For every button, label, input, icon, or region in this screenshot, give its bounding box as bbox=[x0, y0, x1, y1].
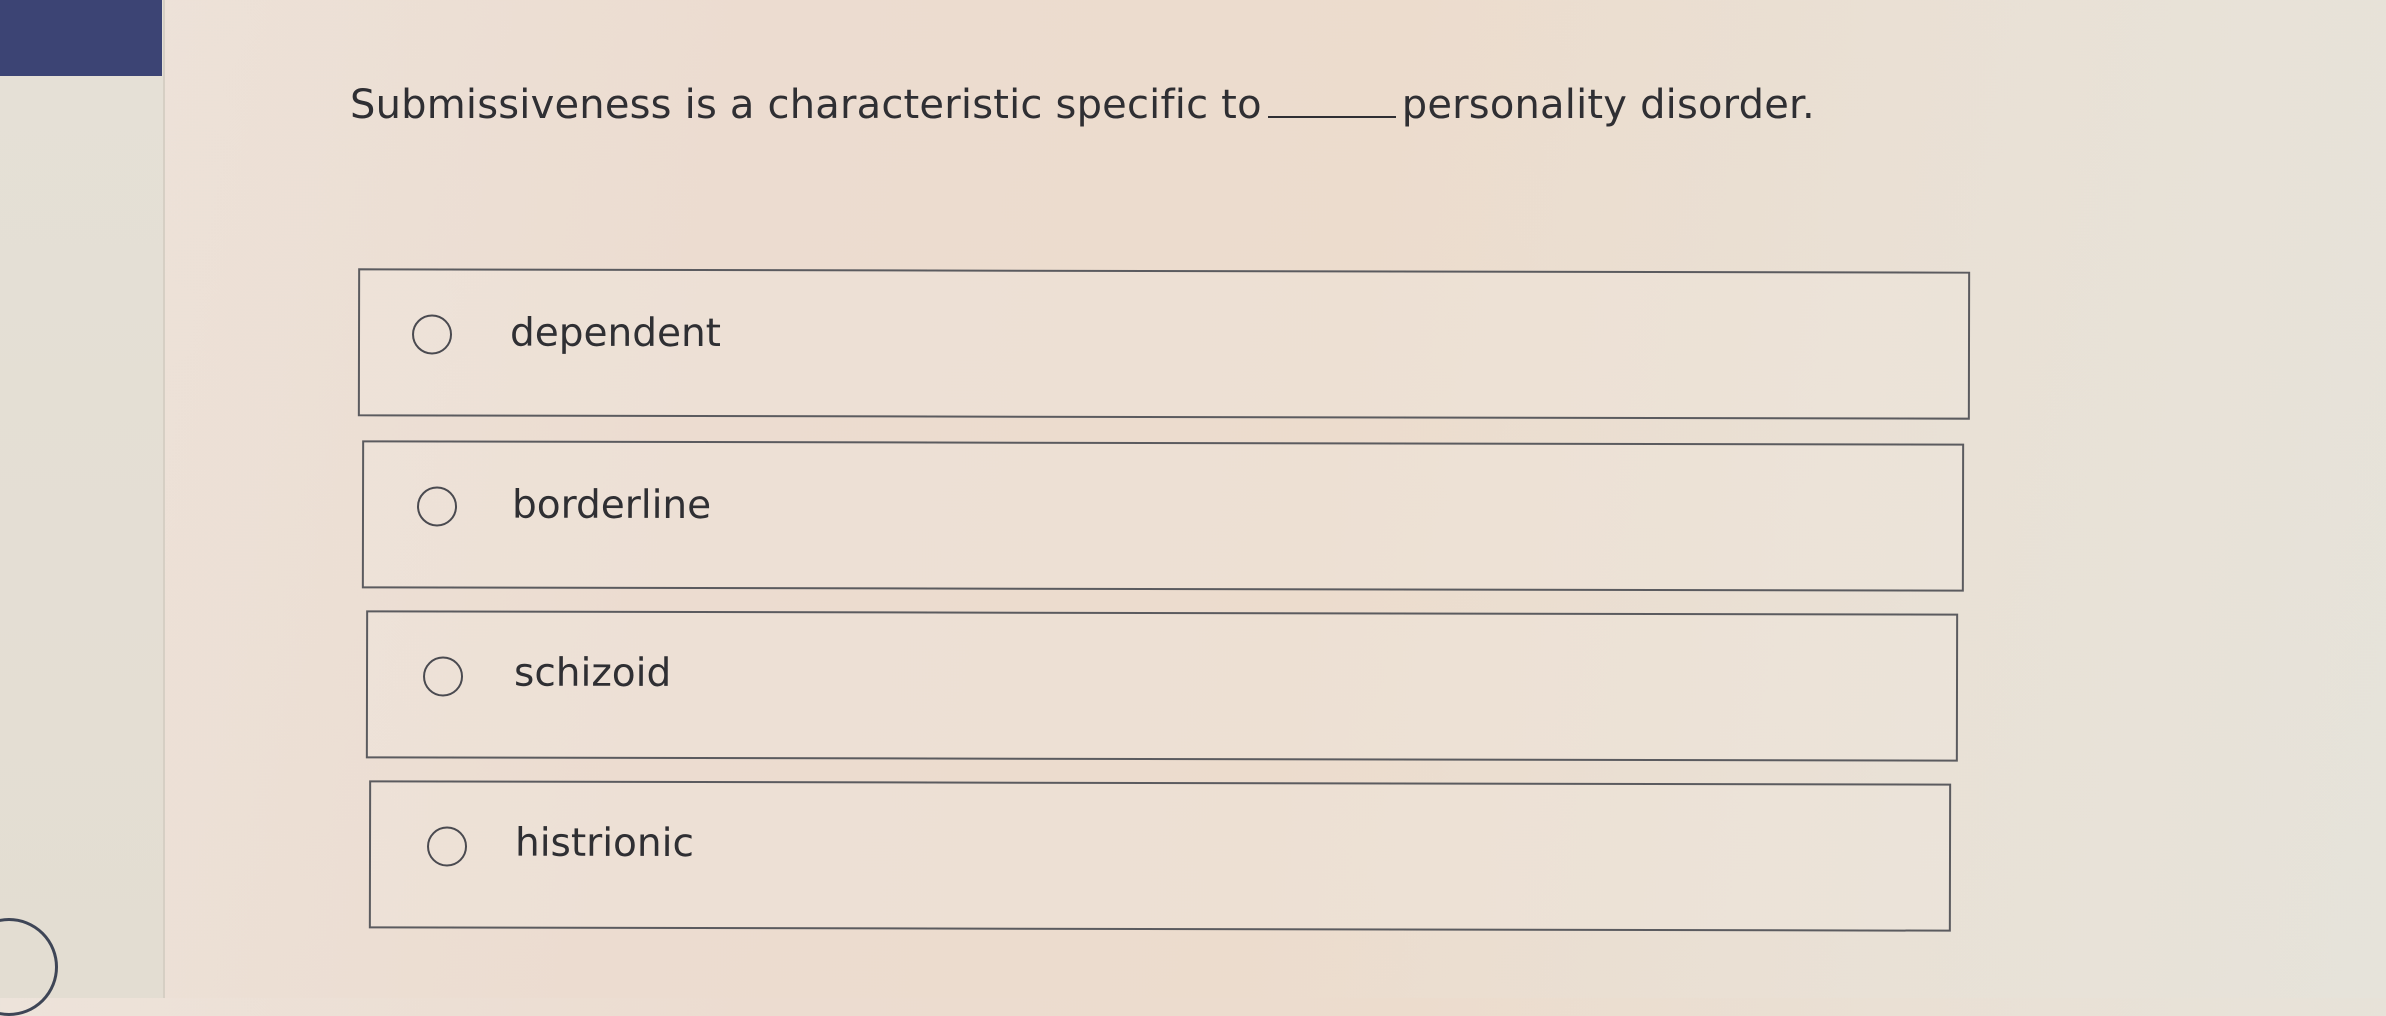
option-borderline[interactable]: borderline bbox=[361, 440, 1965, 592]
question-text-after: personality disorder. bbox=[1401, 82, 1815, 128]
option-label: borderline bbox=[511, 482, 712, 529]
option-label: dependent bbox=[509, 310, 722, 357]
question-blank bbox=[1267, 86, 1396, 118]
question-text-before: Submissiveness is a characteristic speci… bbox=[350, 82, 1262, 128]
radio-unchecked-icon[interactable] bbox=[416, 486, 458, 527]
radio-unchecked-icon[interactable] bbox=[426, 826, 468, 867]
option-schizoid[interactable]: schizoid bbox=[365, 610, 1959, 762]
option-label: histrionic bbox=[514, 820, 694, 867]
radio-unchecked-icon[interactable] bbox=[411, 314, 453, 355]
radio-unchecked-icon[interactable] bbox=[422, 656, 464, 697]
left-panel bbox=[0, 0, 165, 1016]
nav-block[interactable] bbox=[0, 0, 162, 76]
option-histrionic[interactable]: histrionic bbox=[368, 780, 1952, 932]
option-label: schizoid bbox=[513, 650, 672, 696]
option-dependent[interactable]: dependent bbox=[357, 268, 1971, 420]
question-prompt: Submissiveness is a characteristic speci… bbox=[350, 82, 1815, 128]
circle-icon[interactable] bbox=[0, 918, 58, 1016]
